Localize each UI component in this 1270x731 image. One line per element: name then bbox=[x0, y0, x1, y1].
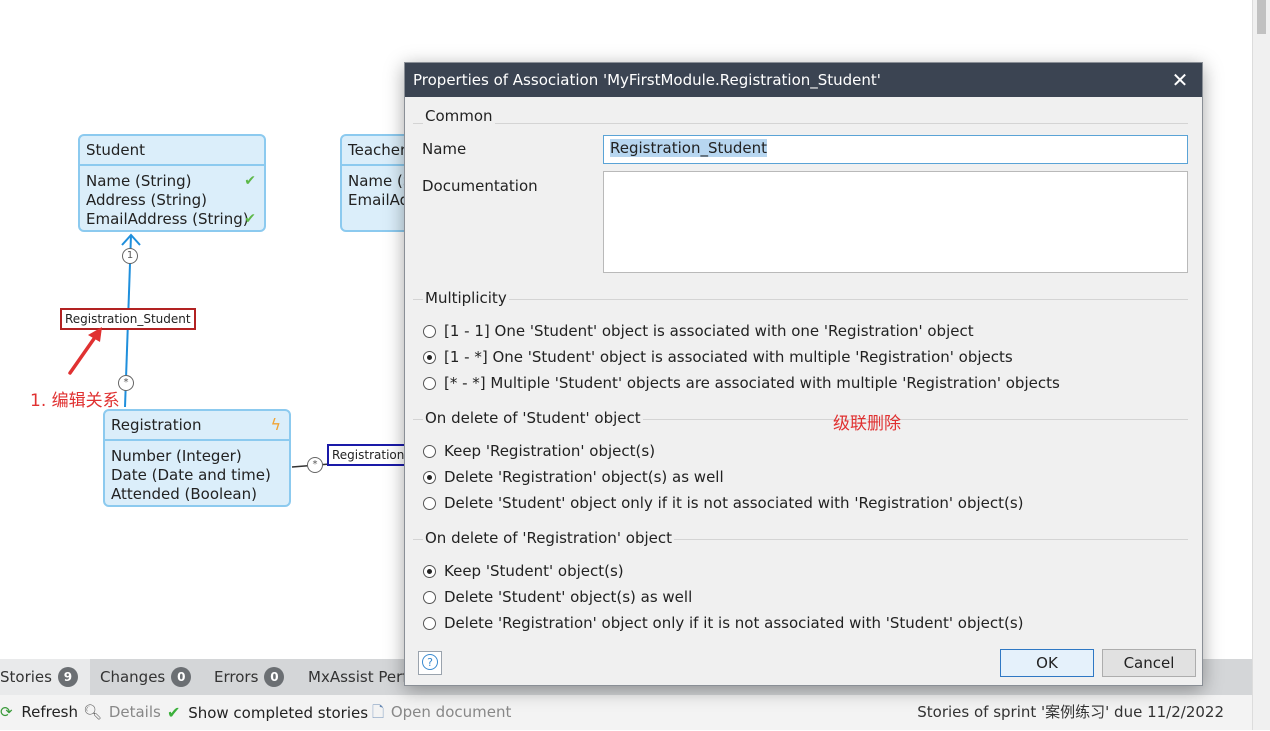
association-label-registration[interactable]: Registration bbox=[327, 444, 407, 466]
sprint-info: Stories of sprint '案例练习' due 11/2/2022 bbox=[917, 703, 1224, 721]
attribute-row[interactable]: Attended (Boolean) bbox=[111, 485, 289, 504]
name-label: Name bbox=[422, 140, 467, 158]
radio-button[interactable] bbox=[423, 497, 436, 510]
multiplicity-many-marker: * bbox=[307, 457, 323, 473]
multiplicity-option-one-to-many[interactable]: [1 - *] One 'Student' object is associat… bbox=[423, 347, 1013, 367]
documentation-textarea[interactable] bbox=[603, 171, 1188, 273]
zoom-icon: 🔍︎ bbox=[83, 703, 103, 721]
delete-student-option-prevent[interactable]: Delete 'Student' object only if it is no… bbox=[423, 493, 1024, 513]
name-input[interactable]: Registration_Student bbox=[603, 135, 1188, 164]
help-button[interactable]: ? bbox=[418, 651, 442, 675]
tab-errors[interactable]: Errors 0 bbox=[214, 659, 285, 695]
radio-button-selected[interactable] bbox=[423, 351, 436, 364]
refresh-button[interactable]: ⟳ Refresh bbox=[0, 695, 78, 730]
radio-button[interactable] bbox=[423, 445, 436, 458]
stories-count-badge: 9 bbox=[57, 667, 78, 687]
vertical-scrollbar[interactable] bbox=[1252, 0, 1270, 730]
attribute-row[interactable]: EmailAddress (String) ✔ bbox=[86, 210, 264, 229]
association-properties-dialog: Properties of Association 'MyFirstModule… bbox=[404, 62, 1203, 686]
annotation-cascade-delete: 级联删除 bbox=[833, 414, 901, 434]
delete-registration-option-cascade[interactable]: Delete 'Student' object(s) as well bbox=[423, 587, 692, 607]
entity-title: Student bbox=[80, 136, 264, 166]
multiplicity-many-marker: * bbox=[118, 375, 134, 391]
attribute-row[interactable]: Date (Date and time) bbox=[111, 466, 289, 485]
attribute-row[interactable]: Name (String) ✔ bbox=[86, 172, 264, 191]
tab-mxassist[interactable]: MxAssist Perf bbox=[308, 659, 408, 695]
radio-button[interactable] bbox=[423, 377, 436, 390]
dialog-title: Properties of Association 'MyFirstModule… bbox=[413, 71, 881, 89]
check-icon: ✔ bbox=[167, 703, 181, 722]
document-icon: 🗋 bbox=[372, 703, 385, 721]
ok-button[interactable]: OK bbox=[1000, 649, 1094, 677]
multiplicity-option-one-to-one[interactable]: [1 - 1] One 'Student' object is associat… bbox=[423, 321, 974, 341]
radio-button[interactable] bbox=[423, 617, 436, 630]
radio-button-selected[interactable] bbox=[423, 565, 436, 578]
delete-registration-option-keep[interactable]: Keep 'Student' object(s) bbox=[423, 561, 624, 581]
radio-button-selected[interactable] bbox=[423, 471, 436, 484]
documentation-label: Documentation bbox=[422, 177, 538, 195]
check-icon: ✔ bbox=[244, 173, 256, 189]
multiplicity-one-marker: 1 bbox=[122, 248, 138, 264]
details-button[interactable]: 🔍︎ Details bbox=[83, 695, 161, 730]
tab-stories[interactable]: Stories 9 bbox=[0, 659, 90, 695]
annotation-arrow bbox=[68, 327, 102, 375]
delete-registration-option-prevent[interactable]: Delete 'Registration' object only if it … bbox=[423, 613, 1024, 633]
dialog-titlebar[interactable]: Properties of Association 'MyFirstModule… bbox=[405, 63, 1202, 97]
group-title-on-delete-student: On delete of 'Student' object bbox=[423, 409, 643, 427]
attribute-row[interactable]: Number (Integer) bbox=[111, 447, 289, 466]
check-icon: ✔ bbox=[244, 211, 256, 227]
entity-title: Registration ϟ bbox=[105, 411, 289, 441]
annotation-edit-relation: 1. 编辑关系 bbox=[30, 391, 120, 411]
multiplicity-option-many-to-many[interactable]: [* - *] Multiple 'Student' objects are a… bbox=[423, 373, 1060, 393]
event-handler-icon: ϟ bbox=[270, 415, 281, 434]
help-icon: ? bbox=[422, 654, 438, 670]
cancel-button[interactable]: Cancel bbox=[1102, 649, 1196, 677]
group-title-on-delete-registration: On delete of 'Registration' object bbox=[423, 529, 675, 547]
group-title-multiplicity: Multiplicity bbox=[423, 289, 509, 307]
radio-button[interactable] bbox=[423, 325, 436, 338]
errors-count-badge: 0 bbox=[264, 667, 285, 687]
show-completed-stories-toggle[interactable]: ✔ Show completed stories bbox=[167, 695, 368, 730]
stories-toolbar: ⟳ Refresh 🔍︎ Details ✔ Show completed st… bbox=[0, 695, 1252, 730]
delete-student-option-cascade[interactable]: Delete 'Registration' object(s) as well bbox=[423, 467, 724, 487]
delete-student-option-keep[interactable]: Keep 'Registration' object(s) bbox=[423, 441, 655, 461]
scrollbar-thumb[interactable] bbox=[1257, 0, 1266, 34]
attribute-row[interactable]: Address (String) bbox=[86, 191, 264, 210]
changes-count-badge: 0 bbox=[171, 667, 192, 687]
radio-button[interactable] bbox=[423, 591, 436, 604]
open-document-button[interactable]: 🗋 Open document bbox=[372, 695, 511, 730]
entity-student[interactable]: Student Name (String) ✔ Address (String) … bbox=[78, 134, 266, 232]
tab-changes[interactable]: Changes 0 bbox=[100, 659, 192, 695]
entity-registration[interactable]: Registration ϟ Number (Integer) Date (Dat… bbox=[103, 409, 291, 507]
group-title-common: Common bbox=[423, 107, 495, 125]
close-icon[interactable]: ✕ bbox=[1168, 63, 1192, 97]
refresh-icon: ⟳ bbox=[0, 703, 13, 721]
